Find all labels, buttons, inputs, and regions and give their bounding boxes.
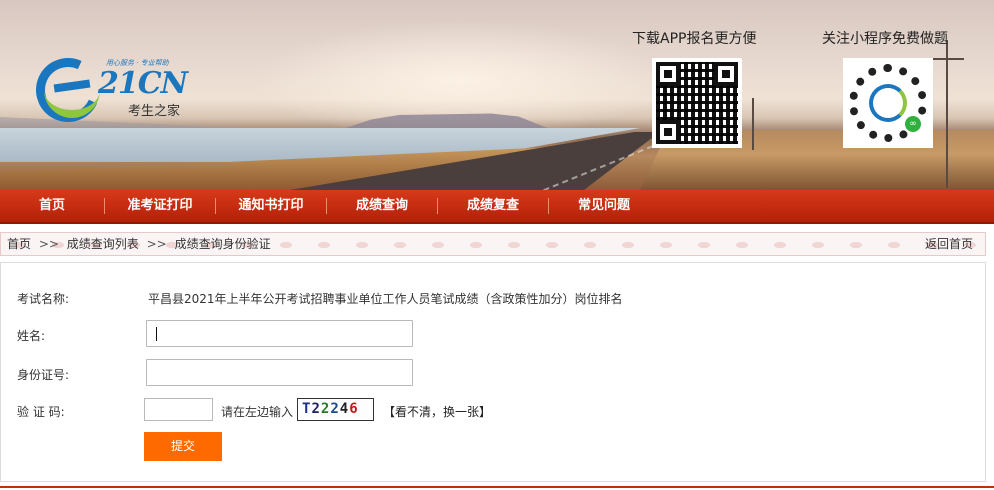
qr-finder-icon <box>656 120 680 144</box>
logo-brand: 21CN <box>98 66 188 101</box>
breadcrumb: 首页 >> 成绩查询列表 >> 成绩查询身份验证 返回首页 <box>0 232 986 256</box>
nav-item-notice-print[interactable]: 通知书打印 <box>216 189 326 223</box>
captcha-char: 2 <box>330 401 340 417</box>
nav-item-faq[interactable]: 常见问题 <box>549 189 659 223</box>
captcha-label: 验 证 码: <box>17 405 65 419</box>
main-nav: 首页 准考证打印 通知书打印 成绩查询 成绩复查 常见问题 <box>0 190 994 224</box>
banner-pole <box>752 98 754 150</box>
mini-program-qr-code: ∞ <box>843 58 933 148</box>
app-qr-code <box>652 58 742 148</box>
nav-item-home[interactable]: 首页 <box>0 189 104 223</box>
nav-item-admission-ticket[interactable]: 准考证打印 <box>105 189 215 223</box>
captcha-char: 4 <box>339 401 350 417</box>
banner-pole <box>946 40 948 188</box>
captcha-char: 6 <box>349 401 359 417</box>
breadcrumb-current: 成绩查询身份验证 <box>174 237 271 251</box>
breadcrumb-home-link[interactable]: 首页 <box>7 237 31 251</box>
banner-pole-crossbar <box>930 58 964 60</box>
site-logo[interactable]: 用心服务 · 专业帮助 21CN 考生之家 <box>26 48 196 132</box>
captcha-refresh-link[interactable]: 【看不清，换一张】 <box>383 403 491 420</box>
captcha-hint: 请在左边输入 <box>221 405 294 419</box>
name-input[interactable] <box>146 320 413 347</box>
captcha-char: 2 <box>320 401 331 417</box>
breadcrumb-separator: >> <box>38 237 59 251</box>
submit-button[interactable]: 提交 <box>144 432 222 461</box>
name-label: 姓名: <box>17 329 46 343</box>
mini-program-logo-icon <box>869 84 907 122</box>
id-number-input[interactable] <box>146 359 413 386</box>
nav-item-score-query[interactable]: 成绩查询 <box>327 189 437 223</box>
verification-form: 考试名称: 平昌县2021年上半年公开考试招聘事业单位工作人员笔试成绩（含政策性… <box>0 262 986 482</box>
captcha-image[interactable]: T22246 <box>297 398 374 421</box>
qr-finder-icon <box>656 62 680 86</box>
app-promo-title: 下载APP报名更方便 <box>632 31 757 47</box>
id-number-label: 身份证号: <box>17 368 70 382</box>
footer-divider <box>0 486 994 488</box>
breadcrumb-separator: >> <box>146 237 167 251</box>
qr-finder-icon <box>714 62 738 86</box>
breadcrumb-score-list-link[interactable]: 成绩查询列表 <box>67 237 139 251</box>
exam-name-value: 平昌县2021年上半年公开考试招聘事业单位工作人员笔试成绩（含政策性加分）岗位排… <box>148 292 623 306</box>
captcha-input[interactable] <box>144 398 213 421</box>
nav-item-score-review[interactable]: 成绩复查 <box>438 189 548 223</box>
logo-subtitle: 考生之家 <box>128 104 181 119</box>
mini-program-badge-icon: ∞ <box>905 116 921 132</box>
captcha-char: 2 <box>311 401 321 417</box>
back-home-link[interactable]: 返回首页 <box>925 233 973 255</box>
mini-program-promo-title: 关注小程序免费做题 <box>822 31 948 47</box>
header-banner: 用心服务 · 专业帮助 21CN 考生之家 下载APP报名更方便 关注小程序免费… <box>0 0 994 190</box>
exam-name-label: 考试名称: <box>17 292 70 306</box>
